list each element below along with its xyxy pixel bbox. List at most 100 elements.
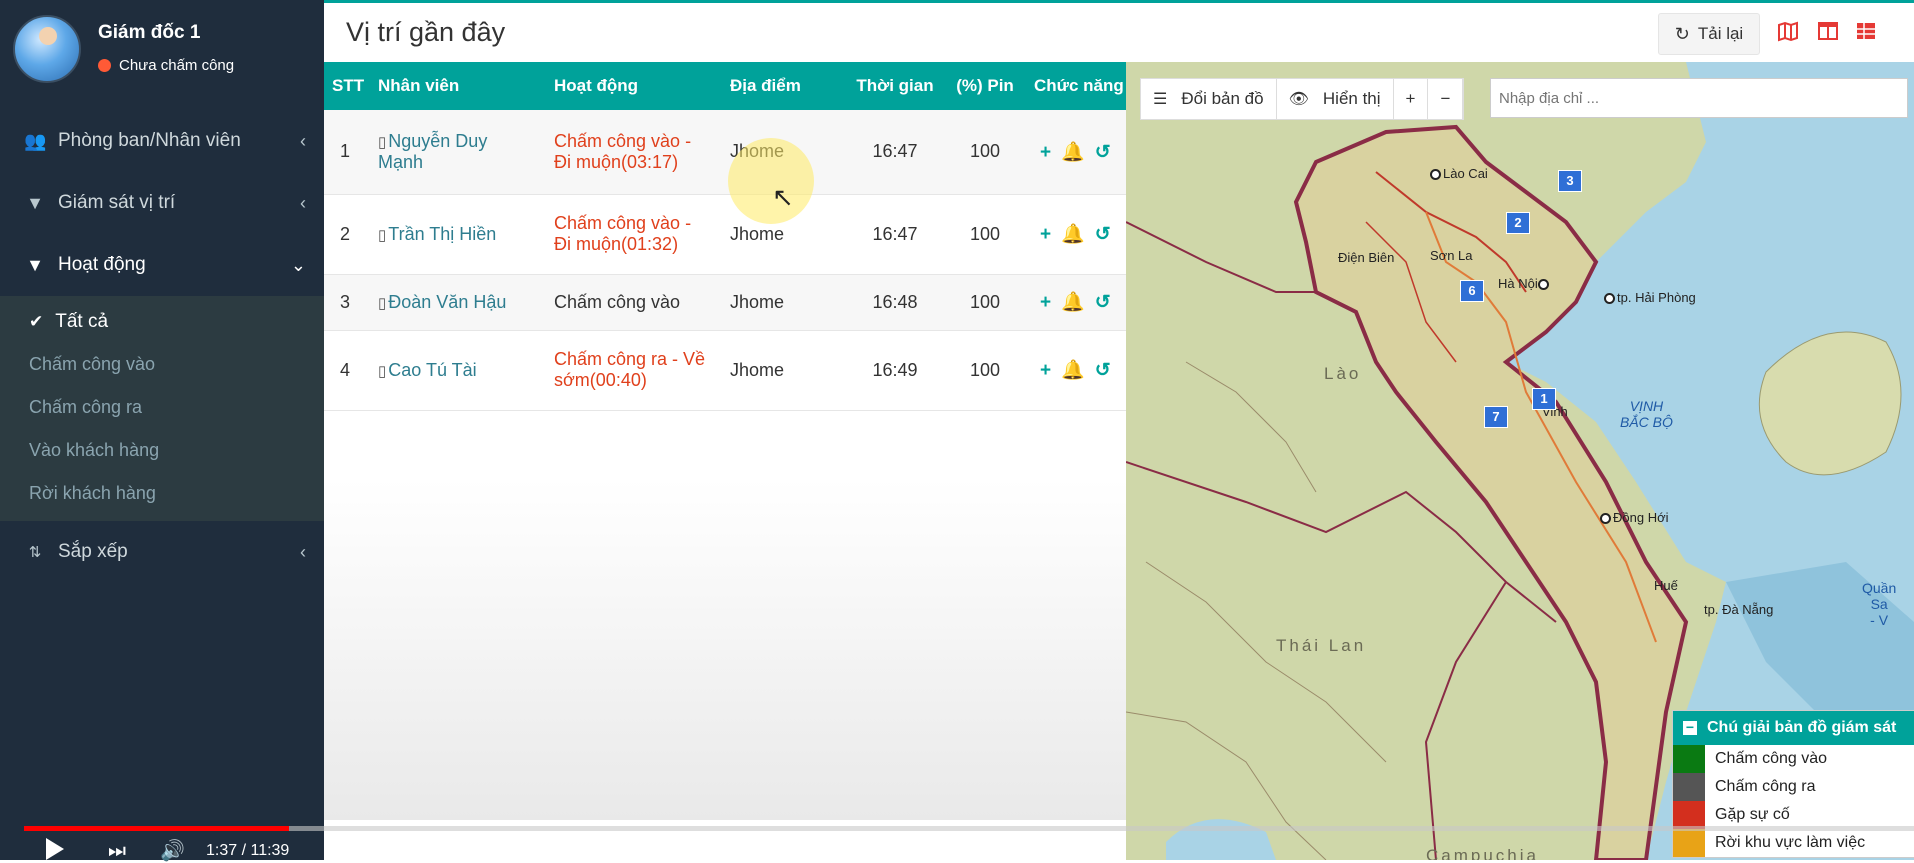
submenu-item-all[interactable]: ✔ Tất cả [0, 300, 324, 343]
sea-label-line1: VỊNH [1629, 398, 1664, 414]
add-icon[interactable]: + [1040, 292, 1051, 313]
employee-name: Cao Tú Tài [388, 359, 477, 380]
city-name: Đồng Hới [1613, 510, 1669, 525]
check-icon: ✔ [29, 311, 44, 331]
employee-name: Đoàn Văn Hậu [388, 291, 507, 312]
submenu-item-enter-customer[interactable]: Vào khách hàng [0, 429, 324, 472]
play-icon[interactable] [46, 838, 64, 860]
employee-link[interactable]: ▯ Cao Tú Tài [374, 330, 550, 410]
sidebar: Giám đốc 1 Chưa chấm công 👥 Phòng ban/Nh… [0, 0, 324, 860]
history-icon[interactable]: ↺ [1095, 142, 1111, 163]
sidebar-item-sort[interactable]: ⇅ Sắp xếp ‹ [0, 521, 324, 583]
mouse-cursor-icon: ↖ [772, 182, 794, 212]
sidebar-item-activity[interactable]: ▼ Hoạt động ⌄ [0, 234, 324, 296]
activity-text-line2: sớm(00:40) [554, 370, 647, 390]
employee-marker[interactable]: 3 [1558, 170, 1582, 192]
col-location[interactable]: Địa điểm [726, 62, 850, 110]
video-time: 1:37 / 11:39 [206, 842, 290, 859]
reload-button[interactable]: ↻ Tải lại [1658, 13, 1760, 55]
employee-marker[interactable]: 1 [1532, 388, 1556, 410]
sidebar-item-departments[interactable]: 👥 Phòng ban/Nhân viên ‹ [0, 110, 324, 172]
sea-label-partial-line2: Sa [1870, 596, 1888, 612]
employee-name: Nguyễn Duy [388, 130, 488, 151]
change-map-label: Đổi bản đồ [1181, 89, 1264, 108]
submenu-item-checkin[interactable]: Chấm công vào [0, 343, 324, 386]
cursor-highlight [728, 138, 814, 224]
user-panel: Giám đốc 1 Chưa chấm công [0, 0, 324, 96]
submenu-item-leave-customer[interactable]: Rời khách hàng [0, 472, 324, 515]
chevron-down-icon: ⌄ [290, 254, 306, 275]
map-view-icon[interactable] [1776, 20, 1800, 44]
display-button[interactable]: 👁 Hiển thị [1277, 79, 1394, 119]
history-icon[interactable]: ↺ [1095, 360, 1111, 381]
submenu-item-checkout[interactable]: Chấm công ra [0, 386, 324, 429]
chevron-left-icon: ‹ [300, 541, 306, 562]
add-icon[interactable]: + [1040, 360, 1051, 381]
change-map-button[interactable]: ☰ Đổi bản đồ [1141, 79, 1277, 119]
function-cell: + 🔔 ↺ [1030, 274, 1126, 330]
table-header-row: STT Nhân viên Hoạt động Địa điểm Thời gi… [324, 62, 1126, 110]
bell-icon[interactable]: 🔔 [1061, 360, 1085, 381]
bell-icon[interactable]: 🔔 [1061, 224, 1085, 245]
city-label: tp. Đà Nẵng [1704, 602, 1773, 617]
city-name: Lào Cai [1443, 166, 1488, 181]
employee-marker[interactable]: 7 [1484, 406, 1508, 428]
page-title: Vị trí gần đây [346, 17, 506, 47]
users-icon: 👥 [24, 130, 47, 151]
sidebar-item-location-monitor[interactable]: ▼ Giám sát vị trí ‹ [0, 172, 324, 234]
add-icon[interactable]: + [1040, 224, 1051, 245]
monitoring-map[interactable]: ☰ Đổi bản đồ 👁 Hiển thị + − Lào Cai Điện B… [1126, 62, 1914, 860]
user-status: Chưa chấm công [98, 57, 234, 74]
zoom-out-button[interactable]: − [1428, 79, 1464, 119]
sidebar-item-label: Giám sát vị trí [58, 192, 176, 213]
employee-marker[interactable]: 6 [1460, 280, 1484, 302]
col-employee[interactable]: Nhân viên [374, 62, 550, 110]
history-icon[interactable]: ↺ [1095, 292, 1111, 313]
avatar[interactable] [13, 15, 81, 83]
split-view-icon[interactable] [1816, 20, 1840, 44]
battery-cell: 100 [969, 223, 1001, 244]
employee-link[interactable]: ▯ Nguyễn Duy Mạnh [374, 110, 550, 194]
bell-icon[interactable]: 🔔 [1061, 142, 1085, 163]
sea-label-partial: Quần Sa - V [1862, 580, 1896, 628]
activity-cell: Chấm công ra - Về sớm(00:40) [550, 330, 726, 410]
col-battery[interactable]: (%) Pin [940, 62, 1030, 110]
bell-icon[interactable]: 🔔 [1061, 292, 1085, 313]
location-cell: Jhome [730, 291, 785, 312]
sea-label-partial-line1: Quần [1862, 580, 1897, 596]
city-name: Điện Biên [1338, 250, 1395, 265]
zoom-in-button[interactable]: + [1394, 79, 1429, 119]
legend-swatch [1673, 745, 1705, 773]
history-icon[interactable]: ↺ [1095, 224, 1111, 245]
city-dot-icon [1430, 169, 1441, 181]
city-name: Huế [1654, 578, 1678, 593]
collapse-icon[interactable]: − [1683, 720, 1697, 735]
legend-item: Chấm công vào [1673, 745, 1914, 773]
address-search-input[interactable] [1490, 78, 1908, 118]
video-progress-bar[interactable] [24, 826, 1914, 831]
legend-header[interactable]: − Chú giải bản đồ giám sát [1673, 711, 1914, 745]
function-cell: + 🔔 ↺ [1030, 110, 1126, 194]
col-time[interactable]: Thời gian [850, 62, 940, 110]
sea-label: VỊNH BẮC BỘ [1620, 398, 1673, 430]
employee-marker[interactable]: 2 [1506, 212, 1530, 234]
activity-cell: Chấm công vào - Đi muộn(03:17) [550, 110, 726, 194]
employee-link[interactable]: ▯ Trần Thị Hiền [374, 194, 550, 274]
map-toolbar: ☰ Đổi bản đồ 👁 Hiển thị + − [1140, 78, 1465, 120]
city-label: Hà Nội [1498, 276, 1551, 291]
activity-text: Chấm công vào - [554, 213, 692, 233]
col-activity[interactable]: Hoạt động [550, 62, 726, 110]
add-icon[interactable]: + [1040, 142, 1051, 163]
country-label: Lào [1324, 364, 1362, 383]
city-name: Hà Nội [1498, 276, 1538, 291]
volume-icon[interactable]: 🔊 [160, 838, 185, 863]
col-stt[interactable]: STT [324, 62, 374, 110]
table-view-icon[interactable] [1854, 20, 1878, 44]
employee-link[interactable]: ▯ Đoàn Văn Hậu [374, 274, 550, 330]
table-row: 3 ▯ Đoàn Văn Hậu Chấm công vào Jhome 16:4… [324, 274, 1126, 330]
chevron-left-icon: ‹ [300, 192, 306, 213]
video-progress-fill [24, 826, 289, 831]
chevron-left-icon: ‹ [300, 130, 306, 151]
user-name: Giám đốc 1 [98, 22, 201, 43]
phone-icon: ▯ [378, 226, 387, 244]
